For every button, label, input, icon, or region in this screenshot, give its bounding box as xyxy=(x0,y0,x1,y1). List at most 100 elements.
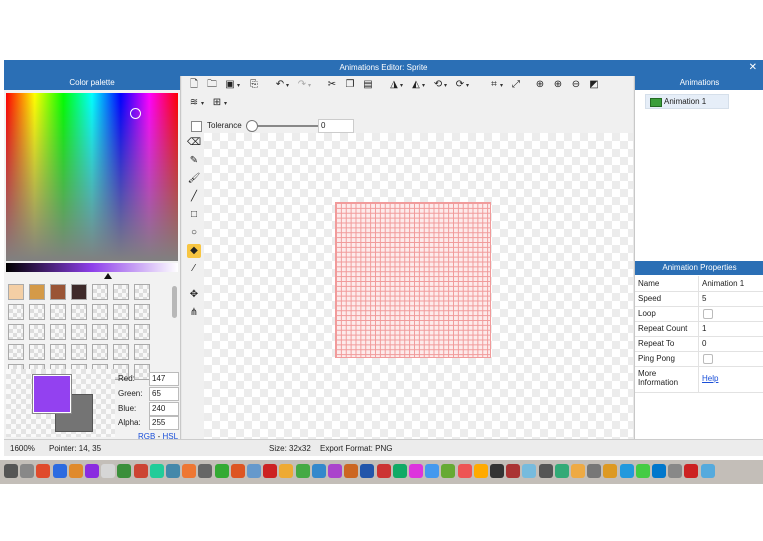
color-swatch[interactable] xyxy=(71,304,87,320)
pencil-icon[interactable]: ✎ xyxy=(187,154,201,168)
primary-color-swatch[interactable] xyxy=(33,375,71,413)
save-icon[interactable]: ▣ xyxy=(224,79,236,91)
cut-icon[interactable]: ✂ xyxy=(326,79,338,91)
prop-value-name[interactable]: Animation 1 xyxy=(702,279,744,288)
rotate-left-icon[interactable]: ⟲ xyxy=(432,79,444,91)
color-swatch[interactable] xyxy=(8,304,24,320)
color-swatch[interactable] xyxy=(8,324,24,340)
background-toggle-icon[interactable]: ◩ xyxy=(588,79,600,91)
color-swatch[interactable] xyxy=(71,324,87,340)
paste-icon[interactable]: ▤ xyxy=(362,79,374,91)
dock-app-icon[interactable] xyxy=(214,464,229,478)
undo-dropdown-icon[interactable]: ▾ xyxy=(286,82,289,89)
rotate-left-dropdown-icon[interactable]: ▾ xyxy=(444,82,447,89)
prop-value-repeat-count[interactable]: 1 xyxy=(702,324,706,333)
rotate-right-dropdown-icon[interactable]: ▾ xyxy=(466,82,469,89)
color-swatch[interactable] xyxy=(134,284,150,300)
dock-app-icon[interactable] xyxy=(360,464,375,478)
ping-pong-checkbox[interactable] xyxy=(703,354,713,364)
redo-icon[interactable]: ↷ xyxy=(296,79,308,91)
dock-app-icon[interactable] xyxy=(311,464,326,478)
tolerance-slider-knob[interactable] xyxy=(246,120,258,132)
dock-app-icon[interactable] xyxy=(328,464,342,478)
color-swatch[interactable] xyxy=(92,304,108,320)
line-icon[interactable]: ╱ xyxy=(187,190,201,204)
swatch-scrollbar[interactable] xyxy=(172,286,177,318)
brush-icon[interactable]: 🖌 xyxy=(187,172,201,186)
dock-app-icon[interactable] xyxy=(52,464,67,478)
dock-app-icon[interactable] xyxy=(85,464,99,478)
copy-icon[interactable]: ❐ xyxy=(344,79,356,91)
dock-app-icon[interactable] xyxy=(344,464,359,478)
dock-app-icon[interactable] xyxy=(101,464,116,478)
dock-app-icon[interactable] xyxy=(376,464,391,478)
rotate-right-icon[interactable]: ⟳ xyxy=(454,79,466,91)
dock-app-icon[interactable] xyxy=(473,464,488,478)
color-swatch[interactable] xyxy=(92,284,108,300)
zoom-fit-icon[interactable]: ⊕ xyxy=(534,79,546,91)
dock-app-icon[interactable] xyxy=(295,464,310,478)
lightness-slider[interactable] xyxy=(6,263,178,272)
dock-app-icon[interactable] xyxy=(538,464,553,478)
export-icon[interactable]: ⎘ xyxy=(248,79,260,91)
loop-checkbox[interactable] xyxy=(703,309,713,319)
sprite-grid[interactable] xyxy=(335,202,491,358)
prop-value-speed[interactable]: 5 xyxy=(702,294,706,303)
zoom-in-icon[interactable]: ⊕ xyxy=(552,79,564,91)
color-swatch[interactable] xyxy=(71,284,87,300)
grid-icon[interactable]: ⊞ xyxy=(211,97,223,109)
flip-vertical-dropdown-icon[interactable]: ▾ xyxy=(422,82,425,89)
undo-icon[interactable]: ↶ xyxy=(274,79,286,91)
dock-app-icon[interactable] xyxy=(457,464,472,478)
color-swatch[interactable] xyxy=(134,344,150,360)
dock-app-icon[interactable] xyxy=(149,464,164,478)
dock-app-icon[interactable] xyxy=(603,464,618,478)
resize-icon[interactable]: ⤢ xyxy=(510,79,522,91)
eyedropper-icon[interactable]: ⁄ xyxy=(187,262,201,276)
dock-app-icon[interactable] xyxy=(684,464,699,478)
dock-app-icon[interactable] xyxy=(652,464,666,478)
rectangle-icon[interactable]: □ xyxy=(187,208,201,222)
green-input[interactable]: 65 xyxy=(149,387,179,401)
transform-icon[interactable]: ⋔ xyxy=(187,306,201,320)
dock-app-icon[interactable] xyxy=(4,464,18,478)
close-icon[interactable]: ✕ xyxy=(749,60,757,76)
dock-app-icon[interactable] xyxy=(247,464,261,478)
color-swatch[interactable] xyxy=(29,324,45,340)
alpha-input[interactable]: 255 xyxy=(149,416,179,430)
dock-app-icon[interactable] xyxy=(587,464,602,478)
flip-horizontal-icon[interactable]: ◮ xyxy=(388,79,400,91)
animation-list-item[interactable]: Animation 1 xyxy=(645,94,729,109)
dock-app-icon[interactable] xyxy=(571,464,585,478)
dock-app-icon[interactable] xyxy=(133,464,148,478)
color-swatch[interactable] xyxy=(134,364,150,380)
color-swatch[interactable] xyxy=(113,304,129,320)
dock-app-icon[interactable] xyxy=(490,464,504,478)
dock-app-icon[interactable] xyxy=(392,464,407,478)
color-swatch[interactable] xyxy=(29,344,45,360)
dock-app-icon[interactable] xyxy=(68,464,83,478)
lightness-marker[interactable] xyxy=(104,273,112,279)
color-swatch[interactable] xyxy=(50,344,66,360)
color-swatch[interactable] xyxy=(50,284,66,300)
prop-value-repeat-to[interactable]: 0 xyxy=(702,339,706,348)
crop-dropdown-icon[interactable]: ▾ xyxy=(500,82,503,89)
save-dropdown-icon[interactable]: ▾ xyxy=(237,82,240,89)
color-swatch[interactable] xyxy=(134,304,150,320)
ellipse-icon[interactable]: ○ xyxy=(187,226,201,240)
flip-dropdown-icon[interactable]: ▾ xyxy=(400,82,403,89)
drawing-canvas[interactable] xyxy=(204,133,633,439)
color-swatch[interactable] xyxy=(29,304,45,320)
dock-app-icon[interactable] xyxy=(36,464,51,478)
layers-dropdown-icon[interactable]: ▾ xyxy=(201,100,204,107)
color-swatch[interactable] xyxy=(113,284,129,300)
color-swatch[interactable] xyxy=(29,284,45,300)
dock-app-icon[interactable] xyxy=(668,464,683,478)
color-swatch[interactable] xyxy=(50,324,66,340)
color-swatch[interactable] xyxy=(50,304,66,320)
layers-icon[interactable]: ≋ xyxy=(188,97,200,109)
grid-dropdown-icon[interactable]: ▾ xyxy=(224,100,227,107)
dock-app-icon[interactable] xyxy=(263,464,278,478)
color-swatch[interactable] xyxy=(8,344,24,360)
tolerance-checkbox[interactable] xyxy=(191,121,202,132)
